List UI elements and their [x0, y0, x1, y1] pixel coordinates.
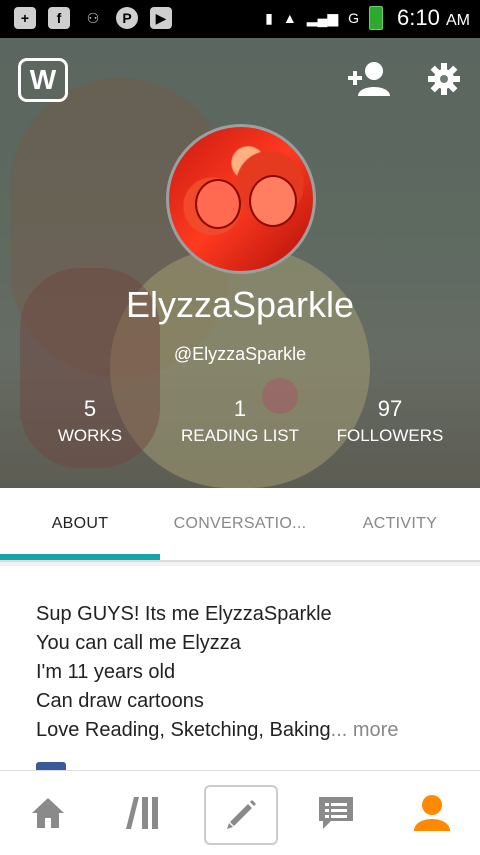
nav-messages[interactable]	[288, 771, 384, 855]
clock-time: 6:10	[397, 5, 440, 30]
carrier-label: G	[348, 10, 360, 26]
facebook-icon[interactable]	[36, 762, 66, 770]
tab-about[interactable]: ABOUT	[0, 488, 160, 560]
home-icon	[32, 798, 64, 828]
pinterest-icon: P	[116, 7, 138, 29]
wattpad-logo[interactable]: W	[18, 58, 68, 102]
about-line: Sup GUYS! Its me ElyzzaSparkle	[36, 603, 332, 625]
bottom-navigation	[0, 770, 480, 855]
avatar[interactable]	[166, 124, 316, 274]
signal-icon: ▂▄▆	[306, 9, 339, 26]
about-ellipsis: ...	[330, 719, 348, 741]
stat-label: WORKS	[57, 426, 123, 445]
active-tab-indicator	[0, 554, 160, 560]
add-user-icon	[348, 62, 390, 96]
avatar-art	[195, 179, 241, 229]
tab-conversations[interactable]: CONVERSATIO...	[160, 488, 320, 560]
avatar-art	[249, 175, 297, 227]
person-plus-icon: ⚇	[86, 9, 100, 26]
stat-works[interactable]: 5 WORKS	[50, 396, 130, 446]
messages-icon	[319, 797, 353, 829]
profile-username: ElyzzaSparkle	[125, 284, 355, 325]
about-line: Can draw cartoons	[36, 690, 204, 712]
nav-library[interactable]	[96, 771, 192, 855]
status-bar: + f ⚇ P ▶ ▮ ▲ ▂▄▆ G 6:10 AM	[0, 0, 480, 38]
nav-profile[interactable]	[384, 771, 480, 855]
stat-followers[interactable]: 97 FOLLOWERS	[330, 396, 450, 446]
nav-home[interactable]	[0, 771, 96, 855]
about-line: You can call me Elyzza	[36, 632, 241, 654]
clock-ampm: AM	[446, 12, 470, 29]
profile-icon	[414, 795, 450, 831]
stat-value: 5	[83, 396, 97, 421]
youtube-icon: ▶	[150, 7, 172, 29]
more-link[interactable]: more	[353, 719, 399, 741]
wifi-icon: ▲	[282, 10, 297, 26]
stat-label: READING LIST	[180, 426, 300, 445]
settings-button[interactable]	[427, 62, 461, 96]
clock: 6:10 AM	[397, 5, 470, 31]
nav-write[interactable]	[204, 785, 278, 845]
profile-header: W ElyzzaSparkle @ElyzzaSparkle 5 WORKS 1…	[0, 38, 480, 488]
about-text: Sup GUYS! Its me ElyzzaSparkle You can c…	[36, 600, 456, 745]
vibrate-icon: ▮	[265, 9, 273, 26]
stat-value: 97	[377, 396, 403, 421]
profile-handle: @ElyzzaSparkle	[173, 344, 307, 364]
about-line: Love Reading, Sketching, Baking	[36, 719, 331, 741]
profile-tabs: ABOUT CONVERSATIO... ACTIVITY	[0, 488, 480, 562]
gear-icon	[428, 63, 460, 95]
write-icon	[227, 800, 256, 829]
stat-reading-list[interactable]: 1 READING LIST	[170, 396, 310, 446]
about-line: I'm 11 years old	[36, 661, 176, 683]
add-friend-button[interactable]	[348, 60, 392, 100]
battery-icon	[369, 6, 384, 30]
section-divider	[0, 562, 480, 566]
plus-square-icon: +	[14, 7, 36, 29]
library-icon	[126, 797, 158, 829]
stat-label: FOLLOWERS	[336, 426, 444, 445]
facebook-icon: f	[48, 7, 70, 29]
system-icons: ▮ ▲ ▂▄▆ G 6:10 AM	[265, 5, 470, 31]
notification-icons: + f ⚇ P ▶	[14, 7, 172, 29]
about-line-last: Love Reading, Sketching, Baking... more	[36, 716, 456, 745]
tab-activity[interactable]: ACTIVITY	[320, 488, 480, 560]
stat-value: 1	[233, 396, 247, 421]
